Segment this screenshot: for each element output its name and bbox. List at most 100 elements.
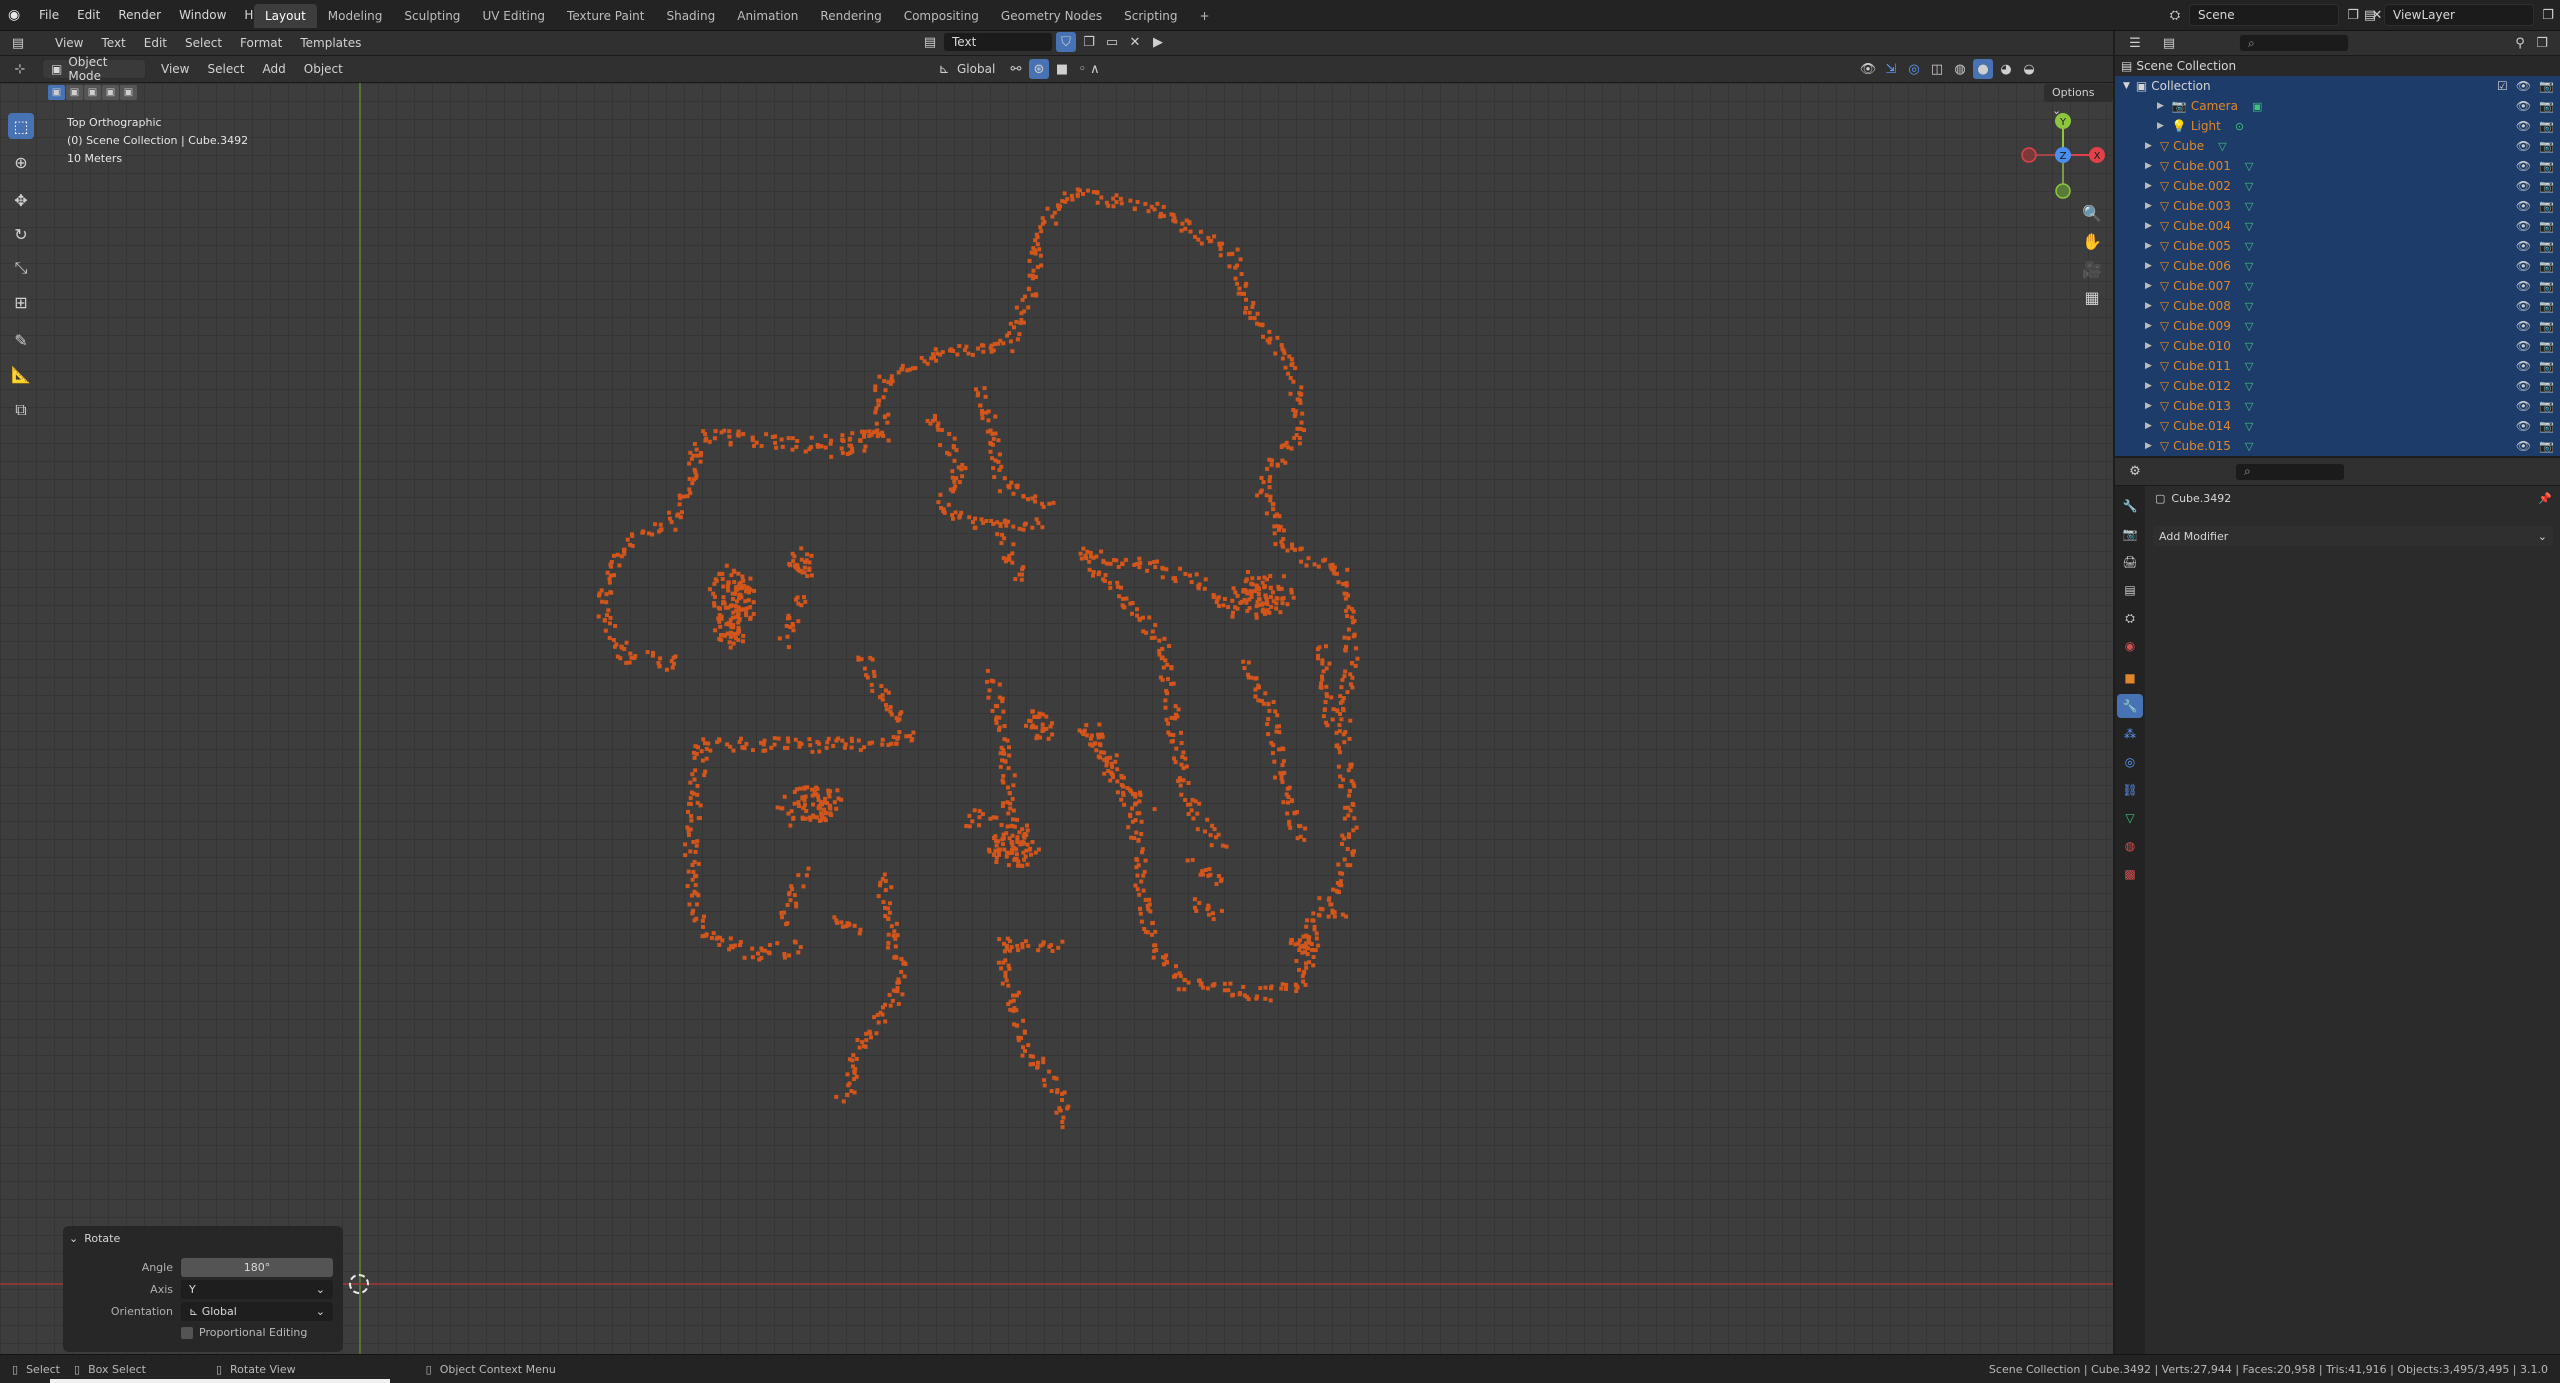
- collection-exclude-checkbox-icon[interactable]: ☑: [2497, 79, 2508, 93]
- cube-instance[interactable]: [1171, 681, 1176, 686]
- cube-instance[interactable]: [1115, 790, 1120, 795]
- item-render-icon[interactable]: 📷: [2539, 419, 2554, 433]
- cube-instance[interactable]: [1290, 799, 1295, 804]
- cube-instance[interactable]: [1021, 1045, 1025, 1050]
- cube-instance[interactable]: [1283, 460, 1288, 465]
- cube-instance[interactable]: [1255, 321, 1260, 326]
- cube-instance[interactable]: [695, 902, 699, 907]
- cube-instance[interactable]: [776, 736, 781, 741]
- cube-instance[interactable]: [834, 1094, 839, 1099]
- cube-instance[interactable]: [1041, 1056, 1046, 1061]
- cube-instance[interactable]: [831, 744, 836, 748]
- gizmo-toggle-icon[interactable]: ⇲: [1881, 59, 1901, 79]
- cube-instance[interactable]: [1246, 997, 1251, 1002]
- cube-instance[interactable]: [1348, 763, 1353, 768]
- cube-instance[interactable]: [1027, 273, 1032, 278]
- cube-instance[interactable]: [798, 945, 803, 950]
- cube-instance[interactable]: [828, 441, 833, 446]
- cube-instance[interactable]: [752, 588, 757, 593]
- cube-instance[interactable]: [685, 825, 690, 830]
- cube-instance[interactable]: [1161, 204, 1166, 209]
- cube-instance[interactable]: [1050, 732, 1055, 737]
- cube-instance[interactable]: [750, 955, 755, 960]
- cube-instance[interactable]: [861, 431, 866, 436]
- cube-instance[interactable]: [1011, 783, 1016, 788]
- cube-instance[interactable]: [883, 888, 888, 893]
- cube-instance[interactable]: [883, 703, 888, 707]
- cube-instance[interactable]: [1233, 265, 1238, 270]
- cube-instance[interactable]: [1271, 502, 1276, 507]
- cube-instance[interactable]: [1021, 1018, 1026, 1023]
- cube-instance[interactable]: [991, 348, 996, 353]
- cube-instance[interactable]: [680, 510, 684, 515]
- cube-instance[interactable]: [890, 998, 895, 1003]
- cube-instance[interactable]: [1027, 847, 1032, 852]
- cube-instance[interactable]: [739, 607, 744, 612]
- cube-instance[interactable]: [686, 809, 690, 814]
- cube-instance[interactable]: [671, 655, 676, 660]
- cube-instance[interactable]: [1105, 758, 1110, 763]
- cube-instance[interactable]: [731, 625, 736, 630]
- menu-edit[interactable]: Edit: [68, 0, 109, 31]
- cube-instance[interactable]: [721, 595, 726, 600]
- cube-instance[interactable]: [1294, 959, 1299, 963]
- cube-instance[interactable]: [883, 388, 888, 393]
- cube-instance[interactable]: [782, 794, 787, 799]
- cube-instance[interactable]: [1173, 716, 1178, 721]
- cube-instance[interactable]: [1268, 494, 1273, 499]
- cube-instance[interactable]: [1327, 661, 1332, 666]
- cube-instance[interactable]: [869, 1035, 873, 1040]
- cube-instance[interactable]: [1341, 708, 1346, 713]
- cube-instance[interactable]: [787, 892, 791, 897]
- pivot-point-icon[interactable]: ⚯: [1006, 59, 1026, 79]
- item-render-icon[interactable]: 📷: [2539, 399, 2554, 413]
- cube-instance[interactable]: [604, 600, 609, 605]
- cube-instance[interactable]: [1198, 982, 1203, 987]
- cube-instance[interactable]: [1021, 565, 1026, 570]
- cube-instance[interactable]: [828, 789, 833, 794]
- cube-instance[interactable]: [1031, 1054, 1036, 1059]
- cube-instance[interactable]: [1332, 565, 1337, 570]
- cube-instance[interactable]: [1250, 305, 1255, 309]
- cube-instance[interactable]: [693, 850, 698, 854]
- cube-instance[interactable]: [1113, 759, 1118, 764]
- cube-instance[interactable]: [1060, 1091, 1065, 1096]
- cube-instance[interactable]: [1117, 594, 1122, 599]
- cube-instance[interactable]: [1304, 933, 1309, 938]
- cube-instance[interactable]: [793, 737, 798, 742]
- cube-instance[interactable]: [1174, 746, 1179, 751]
- cube-instance[interactable]: [1242, 993, 1247, 998]
- cube-instance[interactable]: [1001, 832, 1006, 837]
- cube-instance[interactable]: [1269, 986, 1273, 991]
- cube-instance[interactable]: [687, 487, 692, 492]
- cube-instance[interactable]: [1016, 1035, 1021, 1040]
- cube-instance[interactable]: [1091, 555, 1096, 560]
- display-mode-icon[interactable]: ▤: [2159, 33, 2179, 53]
- cube-instance[interactable]: [785, 903, 790, 907]
- cube-instance[interactable]: [1181, 750, 1186, 755]
- cube-instance[interactable]: [630, 534, 635, 538]
- cube-instance[interactable]: [804, 558, 809, 563]
- cube-instance[interactable]: [731, 597, 735, 601]
- cube-instance[interactable]: [1220, 241, 1225, 246]
- cube-instance[interactable]: [990, 431, 995, 436]
- cube-instance[interactable]: [1241, 659, 1246, 664]
- cube-instance[interactable]: [1189, 580, 1194, 585]
- cube-instance[interactable]: [1037, 711, 1042, 716]
- cube-instance[interactable]: [1300, 974, 1305, 979]
- cube-instance[interactable]: [971, 520, 975, 525]
- cube-instance[interactable]: [1231, 610, 1235, 615]
- cube-instance[interactable]: [707, 439, 712, 444]
- cube-instance[interactable]: [847, 1057, 852, 1062]
- cube-instance[interactable]: [1139, 832, 1144, 836]
- cube-instance[interactable]: [786, 736, 790, 741]
- tab-geometry-nodes[interactable]: Geometry Nodes: [990, 4, 1113, 28]
- cube-instance[interactable]: [1268, 475, 1273, 480]
- cube-instance[interactable]: [790, 447, 795, 452]
- cube-instance[interactable]: [1161, 213, 1166, 218]
- cube-instance[interactable]: [796, 601, 801, 606]
- outliner-search-input[interactable]: ⌕: [2239, 34, 2349, 52]
- cube-instance[interactable]: [1034, 517, 1039, 522]
- cube-instance[interactable]: [1005, 738, 1010, 743]
- cube-instance[interactable]: [1273, 775, 1277, 780]
